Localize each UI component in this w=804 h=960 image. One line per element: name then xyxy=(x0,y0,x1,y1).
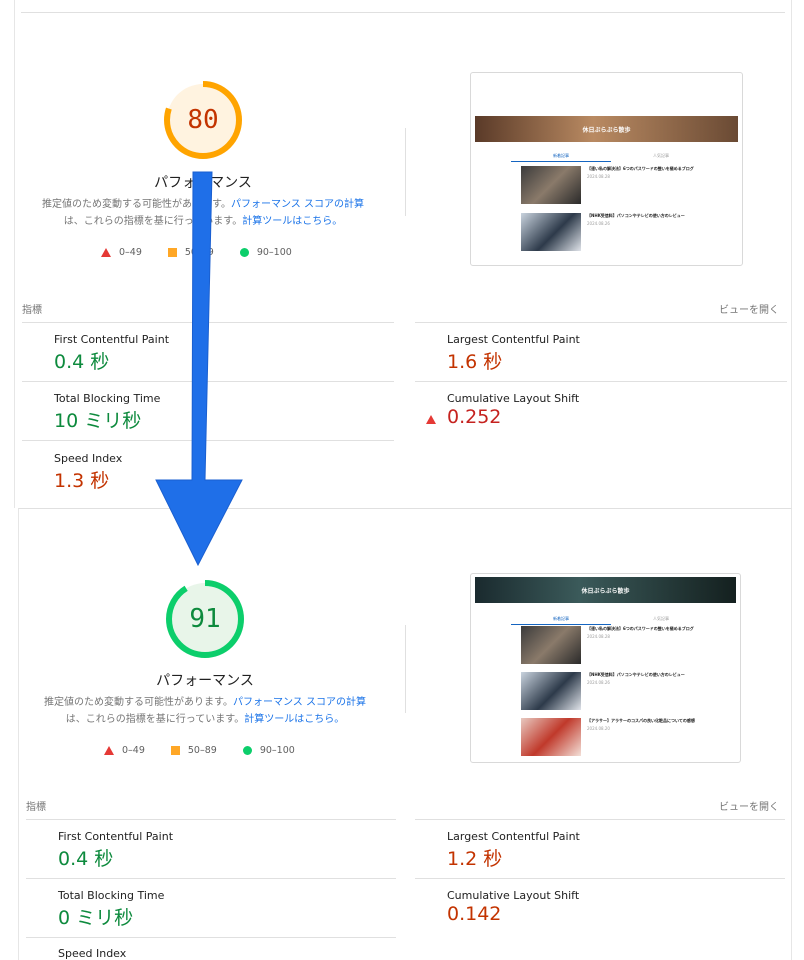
legend-average: 50–89 xyxy=(167,247,214,258)
metric-divider xyxy=(22,381,394,382)
metric-divider xyxy=(415,381,787,382)
metrics-section-label: 指標 xyxy=(22,305,42,316)
triangle-icon xyxy=(104,746,114,755)
score-legend: 0–49 50–89 90–100 xyxy=(104,745,295,756)
thumb-tabs: 新着記事 人気記事 xyxy=(511,153,711,162)
calculator-link[interactable]: 計算ツールはこちら。 xyxy=(244,714,344,725)
circle-icon xyxy=(242,746,252,755)
vertical-divider xyxy=(405,625,406,713)
gauge-title: パフォーマンス xyxy=(154,175,252,191)
report-panel-after: 91 パフォーマンス 推定値のため変動する可能性があります。パフォーマンス スコ… xyxy=(18,508,792,960)
metric-divider xyxy=(415,322,787,323)
score-description: 推定値のため変動する可能性があります。パフォーマンス スコアの計算 は、これらの… xyxy=(35,694,375,728)
legend-poor: 0–49 xyxy=(104,745,145,756)
metric-divider xyxy=(22,322,394,323)
thumb-post: 【速い私の解決法】6つのパスワードの整いを極めるブログ 2024.08.28 xyxy=(521,166,707,204)
performance-gauge: 80 xyxy=(163,80,243,160)
desc-text: 推定値のため変動する可能性があります。 xyxy=(42,199,231,210)
desc-text: は、これらの指標を基に行っています。 xyxy=(65,714,245,725)
panel-top-divider xyxy=(21,12,785,13)
desc-text: は、これらの指標を基に行っています。 xyxy=(63,216,243,227)
thumb-banner: 休日ぶらぶら散歩 xyxy=(475,116,738,142)
score-legend: 0–49 50–89 90–100 xyxy=(101,247,292,258)
metric-divider xyxy=(415,878,785,879)
legend-good: 90–100 xyxy=(242,745,295,756)
circle-icon xyxy=(239,248,249,257)
square-icon xyxy=(167,248,177,257)
view-toggle-button[interactable]: ビューを開く xyxy=(655,301,779,316)
metrics-section-label: 指標 xyxy=(26,802,46,813)
thumb-banner: 休日ぶらぶら散歩 xyxy=(475,577,736,603)
page-screenshot-thumbnail: 休日ぶらぶら散歩 新着記事 人気記事 【速い私の解決法】6つのパスワードの整いを… xyxy=(470,573,741,763)
page-screenshot-thumbnail: 休日ぶらぶら散歩 新着記事 人気記事 【速い私の解決法】6つのパスワードの整いを… xyxy=(470,72,743,266)
metric-divider xyxy=(22,440,394,441)
metric-divider xyxy=(26,878,396,879)
vertical-divider xyxy=(405,128,406,216)
legend-average: 50–89 xyxy=(170,745,217,756)
triangle-icon xyxy=(101,248,111,257)
metric-divider xyxy=(26,819,396,820)
calculator-link[interactable]: 計算ツールはこちら。 xyxy=(242,216,342,227)
score-description: 推定値のため変動する可能性があります。パフォーマンス スコアの計算 は、これらの… xyxy=(33,196,373,230)
gauge-title: パフォーマンス xyxy=(156,673,254,689)
thumb-post: 【速い私の解決法】6つのパスワードの整いを極めるブログ 2024.08.28 xyxy=(521,626,707,664)
square-icon xyxy=(170,746,180,755)
view-toggle-button[interactable]: ビューを開く xyxy=(655,798,779,813)
performance-score: 91 xyxy=(189,604,221,634)
legend-good: 90–100 xyxy=(239,247,292,258)
desc-text: 推定値のため変動する可能性があります。 xyxy=(44,697,233,708)
thumb-post: 【アラサー】アラサーのコスパの良い化粧品についての感想 2024.08.20 xyxy=(521,718,707,756)
score-calc-link[interactable]: パフォーマンス スコアの計算 xyxy=(231,199,364,210)
thumb-post: 【NHK受信料】パソコンやテレビの使い方のレビュー 2024.08.26 xyxy=(521,672,707,710)
report-panel-before: 80 パフォーマンス 推定値のため変動する可能性があります。パフォーマンス スコ… xyxy=(14,0,792,508)
score-calc-link[interactable]: パフォーマンス スコアの計算 xyxy=(233,697,366,708)
metric-divider xyxy=(26,937,396,938)
performance-gauge: 91 xyxy=(165,579,245,659)
legend-poor: 0–49 xyxy=(101,247,142,258)
poor-triangle-icon xyxy=(426,396,436,424)
performance-score: 80 xyxy=(187,105,219,135)
thumb-post: 【NHK受信料】パソコンやテレビの使い方のレビュー 2024.08.26 xyxy=(521,213,707,251)
metric-divider xyxy=(415,819,785,820)
thumb-tabs: 新着記事 人気記事 xyxy=(511,616,711,625)
